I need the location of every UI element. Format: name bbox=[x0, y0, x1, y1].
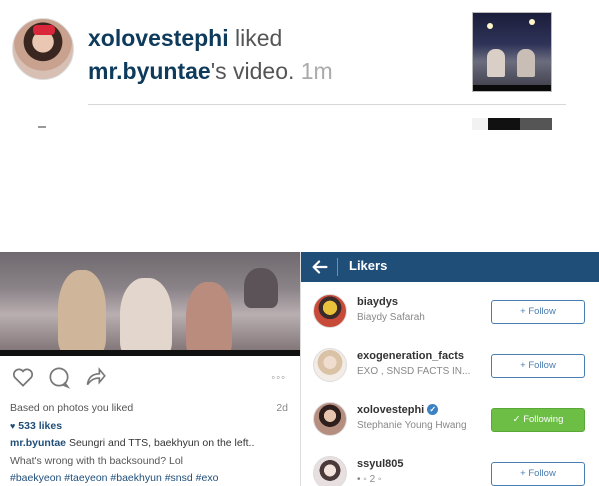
liker-full-name: Biaydy Safarah bbox=[357, 312, 425, 323]
likes-count[interactable]: 533 likes bbox=[18, 420, 62, 432]
performer-figure bbox=[487, 49, 505, 77]
liker-row[interactable]: ssyul805 • ◦ 2 ◦ + Follow bbox=[301, 448, 599, 486]
liker-row[interactable]: xolovestephi ✓ Stephanie Young Hwang ✓ Fo… bbox=[301, 394, 599, 448]
liker-avatar[interactable] bbox=[313, 294, 347, 328]
verified-badge-icon: ✓ bbox=[427, 404, 439, 415]
thumbnail-strip bbox=[473, 85, 551, 91]
caption-text: Seungri and TTS, baekhyun on the left.. bbox=[68, 437, 255, 449]
comment-row: What's wrong with th backsound? Lol bbox=[10, 453, 292, 471]
header-separator bbox=[337, 258, 338, 276]
stage-light bbox=[487, 23, 493, 29]
liker-avatar[interactable] bbox=[313, 402, 347, 436]
audience-figure bbox=[244, 268, 278, 308]
notification-action: liked bbox=[228, 25, 283, 51]
cropped-row-mark bbox=[38, 126, 46, 128]
heart-icon[interactable] bbox=[10, 364, 36, 390]
liker-row[interactable]: exogeneration_facts EXO , SNSD FACTS IN.… bbox=[301, 340, 599, 394]
hashtags-row: #baekyeon #taeyeon #baekhyun #snsd #exo bbox=[10, 470, 292, 486]
likers-panel: Likers biaydys Biaydy Safarah + Follow e… bbox=[300, 252, 599, 486]
follow-button[interactable]: + Follow bbox=[491, 354, 585, 378]
liker-username[interactable]: ssyul805 bbox=[357, 458, 403, 470]
follow-button[interactable]: + Follow bbox=[491, 462, 585, 486]
liker-full-name: • ◦ 2 ◦ bbox=[357, 474, 382, 485]
liker-username[interactable]: biaydys bbox=[357, 296, 398, 308]
liker-full-name: Stephanie Young Hwang bbox=[357, 420, 467, 431]
caption-row: mr.byuntae Seungri and TTS, baekhyun on … bbox=[10, 435, 292, 453]
notification-target-user[interactable]: mr.byuntae bbox=[88, 58, 211, 84]
liker-username[interactable]: exogeneration_facts bbox=[357, 350, 464, 362]
liker-full-name: EXO , SNSD FACTS IN... bbox=[357, 366, 471, 377]
performer-figure bbox=[120, 278, 172, 356]
notification-time: 1m bbox=[300, 58, 333, 84]
notification-avatar[interactable] bbox=[12, 18, 74, 80]
post-actions: ◦◦◦ bbox=[0, 356, 300, 396]
likers-header: Likers bbox=[301, 252, 599, 282]
liker-avatar[interactable] bbox=[313, 348, 347, 382]
hashtags[interactable]: #baekyeon #taeyeon #baekhyun #snsd #exo bbox=[10, 472, 218, 484]
liker-avatar[interactable] bbox=[313, 456, 347, 486]
comment-icon[interactable] bbox=[46, 364, 72, 390]
liker-row[interactable]: biaydys Biaydy Safarah + Follow bbox=[301, 286, 599, 340]
more-options-button[interactable]: ◦◦◦ bbox=[271, 372, 286, 384]
back-arrow-icon[interactable] bbox=[309, 256, 331, 278]
liker-username-text[interactable]: xolovestephi bbox=[357, 404, 424, 416]
notification-target-suffix: 's video. bbox=[210, 58, 295, 84]
performer-figure bbox=[517, 49, 535, 77]
likes-row[interactable]: ♥ 533 likes bbox=[10, 418, 292, 436]
caption-username[interactable]: mr.byuntae bbox=[10, 437, 66, 449]
post-video[interactable] bbox=[0, 252, 300, 356]
post-body: Based on photos you liked 2d ♥ 533 likes… bbox=[10, 400, 292, 486]
likes-heart-icon: ♥ bbox=[10, 420, 16, 431]
performer-figure bbox=[58, 270, 106, 356]
notification-username[interactable]: xolovestephi bbox=[88, 25, 229, 51]
bow-decoration bbox=[33, 25, 55, 35]
follow-button[interactable]: + Follow bbox=[491, 300, 585, 324]
comment-text: What's wrong with th backsound? Lol bbox=[10, 454, 184, 467]
post-date: 2d bbox=[276, 402, 288, 414]
notification-text: xolovestephi liked mr.byuntae's video. 1… bbox=[88, 22, 448, 88]
likers-title: Likers bbox=[349, 258, 388, 273]
share-icon[interactable] bbox=[82, 364, 108, 390]
performer-figure bbox=[186, 282, 232, 356]
suggestion-text: Based on photos you liked bbox=[10, 402, 134, 414]
stage-light bbox=[529, 19, 535, 25]
notification-panel: xolovestephi liked mr.byuntae's video. 1… bbox=[0, 0, 599, 250]
following-button[interactable]: ✓ Following bbox=[491, 408, 585, 432]
cropped-thumbnail bbox=[472, 118, 552, 130]
suggestion-row: Based on photos you liked 2d bbox=[10, 400, 292, 418]
liker-username[interactable]: xolovestephi ✓ bbox=[357, 404, 439, 416]
notification-divider bbox=[88, 104, 566, 105]
notification-video-thumbnail[interactable] bbox=[472, 12, 552, 92]
post-panel: ◦◦◦ Based on photos you liked 2d ♥ 533 l… bbox=[0, 252, 300, 486]
